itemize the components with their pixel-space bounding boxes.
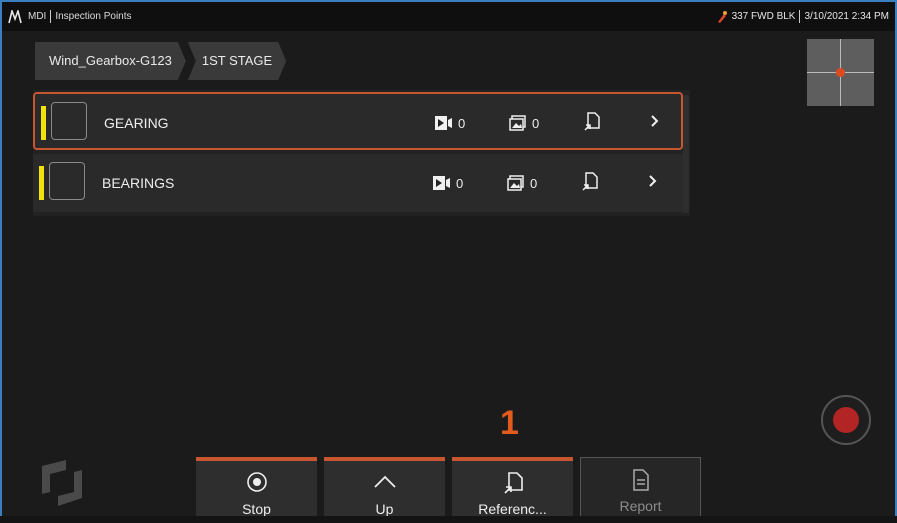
list-item-bearings[interactable]: BEARINGS 0 0: [33, 154, 683, 212]
images-icon: [507, 175, 524, 191]
reference-label: Referenc...: [478, 501, 547, 517]
record-icon: [833, 407, 859, 433]
breadcrumb: Wind_Gearbox-G123 1ST STAGE: [35, 42, 286, 80]
screen-title: Inspection Points: [55, 11, 132, 22]
datetime: 3/10/2021 2:34 PM: [804, 11, 889, 22]
divider: [799, 10, 801, 23]
thumbnail: [51, 102, 87, 140]
stop-label: Stop: [242, 501, 271, 517]
video-icon: [435, 116, 452, 130]
app-name: MDI: [28, 11, 47, 22]
video-count: 0: [435, 94, 465, 152]
thumbnail: [49, 162, 85, 200]
stop-icon: [246, 472, 267, 492]
video-count: 0: [433, 154, 463, 212]
inspection-point-list: GEARING 0 0 BEARINGS 0 0: [33, 90, 690, 216]
app-logo-icon: [8, 9, 22, 23]
probe-icon: [717, 10, 727, 23]
image-count: 0: [507, 154, 537, 212]
divider: [50, 10, 52, 23]
chevron-right-icon[interactable]: [649, 111, 661, 131]
top-status-bar: MDI Inspection Points 337 FWD BLK 3/10/2…: [2, 2, 895, 31]
record-button[interactable]: [821, 395, 871, 445]
status-indicator: [41, 106, 46, 140]
images-icon: [509, 115, 526, 131]
up-label: Up: [375, 501, 394, 517]
reference-icon[interactable]: [581, 172, 599, 192]
status-area: 337 FWD BLK 3/10/2021 2:34 PM: [716, 2, 889, 31]
up-button[interactable]: Up: [324, 457, 445, 519]
brand-logo-icon: [42, 460, 82, 506]
position-dot: [836, 68, 845, 77]
image-count-value: 0: [532, 115, 540, 131]
video-count-value: 0: [456, 175, 464, 191]
breadcrumb-stage[interactable]: 1ST STAGE: [188, 42, 286, 80]
reference-button[interactable]: Referenc...: [452, 457, 573, 519]
status-indicator: [39, 166, 44, 200]
reference-icon: [503, 472, 523, 494]
image-count: 0: [509, 94, 539, 152]
breadcrumb-asset[interactable]: Wind_Gearbox-G123: [35, 42, 186, 80]
report-icon: [632, 469, 649, 491]
reference-icon[interactable]: [583, 112, 601, 132]
report-button[interactable]: Report: [580, 457, 701, 519]
report-label: Report: [619, 498, 662, 514]
list-item-gearing[interactable]: GEARING 0 0: [33, 92, 683, 150]
chevron-up-icon: [373, 475, 396, 488]
bottom-edge: [0, 516, 897, 523]
video-icon: [433, 176, 450, 190]
chevron-right-icon[interactable]: [647, 171, 659, 191]
video-count-value: 0: [458, 115, 466, 131]
navigation-minimap[interactable]: [807, 39, 874, 106]
callout-number: 1: [500, 404, 519, 442]
list-scrollbar[interactable]: [683, 95, 689, 213]
list-item-label: BEARINGS: [102, 175, 175, 191]
stop-button[interactable]: Stop: [196, 457, 317, 519]
list-item-label: GEARING: [104, 115, 169, 131]
probe-label: 337 FWD BLK: [731, 11, 796, 22]
image-count-value: 0: [530, 175, 538, 191]
